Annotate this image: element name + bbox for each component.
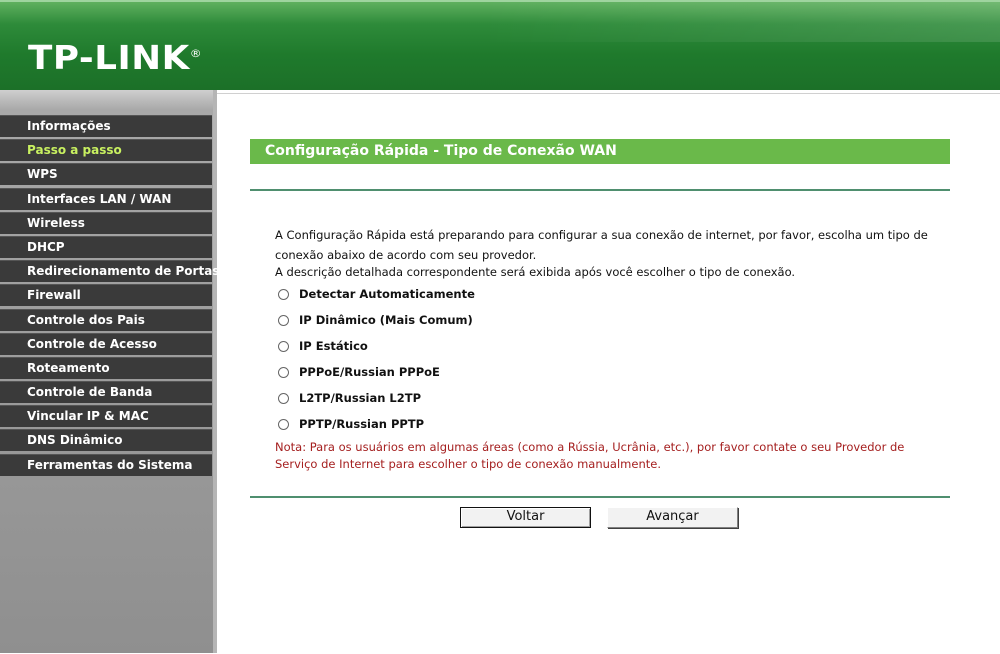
sidebar-item-passo-a-passo[interactable]: Passo a passo [0, 139, 212, 162]
sidebar-item-controle-de-acesso[interactable]: Controle de Acesso [0, 332, 212, 355]
option-label: PPPoE/Russian PPPoE [299, 365, 440, 379]
description-detail-text: A descrição detalhada correspondente ser… [275, 265, 796, 279]
sidebar-item-controle-de-banda[interactable]: Controle de Banda [0, 381, 212, 404]
sidebar-item-ferramentas-do-sistema[interactable]: Ferramentas do Sistema [0, 453, 212, 476]
sidebar-item-dns-dinamico[interactable]: DNS Dinâmico [0, 429, 212, 452]
sidebar-menu: Informações Passo a passo WPS Interfaces… [0, 115, 219, 478]
option-label: IP Dinâmico (Mais Comum) [299, 313, 473, 327]
option-label: Detectar Automaticamente [299, 287, 475, 301]
back-button[interactable]: Voltar [460, 507, 591, 528]
header-sheen [480, 2, 1000, 42]
top-divider [250, 189, 950, 191]
radio-button[interactable] [278, 340, 289, 352]
bottom-divider [250, 496, 950, 498]
sidebar-item-roteamento[interactable]: Roteamento [0, 356, 212, 379]
sidebar-item-dhcp[interactable]: DHCP [0, 235, 212, 258]
sidebar-item-wps[interactable]: WPS [0, 163, 212, 186]
radio-button[interactable] [278, 314, 289, 326]
header-banner: TP-LINK® [0, 0, 1000, 90]
radio-button[interactable] [278, 392, 289, 404]
sidebar-item-vincular-ip-mac[interactable]: Vincular IP & MAC [0, 405, 212, 428]
radio-button[interactable] [278, 418, 289, 430]
option-ip-estatico[interactable]: IP Estático [278, 337, 368, 355]
option-label: L2TP/Russian L2TP [299, 391, 422, 405]
note-text: Nota: Para os usuários em algumas áreas … [275, 440, 905, 471]
logo-text: TP-LINK [28, 38, 190, 77]
option-pptp[interactable]: PPTP/Russian PPTP [278, 415, 424, 433]
option-detectar-automaticamente[interactable]: Detectar Automaticamente [278, 285, 475, 303]
radio-button[interactable] [278, 288, 289, 300]
sidebar-item-firewall[interactable]: Firewall [0, 284, 212, 307]
sidebar-item-wireless[interactable]: Wireless [0, 211, 212, 234]
registered-mark: ® [189, 47, 203, 60]
radio-button[interactable] [278, 366, 289, 378]
option-label: IP Estático [299, 339, 368, 353]
description-text: A Configuração Rápida está preparando pa… [275, 228, 928, 262]
option-pppoe[interactable]: PPPoE/Russian PPPoE [278, 363, 440, 381]
tp-link-logo: TP-LINK® [28, 36, 202, 76]
option-label: PPTP/Russian PPTP [299, 417, 425, 431]
sidebar-item-controle-dos-pais[interactable]: Controle dos Pais [0, 308, 212, 331]
sidebar-item-redirecionamento-de-portas[interactable]: Redirecionamento de Portas [0, 260, 219, 283]
option-l2tp[interactable]: L2TP/Russian L2TP [278, 389, 421, 407]
sidebar-item-informacoes[interactable]: Informações [0, 115, 212, 137]
page-title: Configuração Rápida - Tipo de Conexão WA… [250, 139, 950, 164]
option-ip-dinamico[interactable]: IP Dinâmico (Mais Comum) [278, 311, 473, 329]
next-button[interactable]: Avançar [607, 507, 738, 528]
sidebar-item-interfaces-lan-wan[interactable]: Interfaces LAN / WAN [0, 187, 212, 210]
